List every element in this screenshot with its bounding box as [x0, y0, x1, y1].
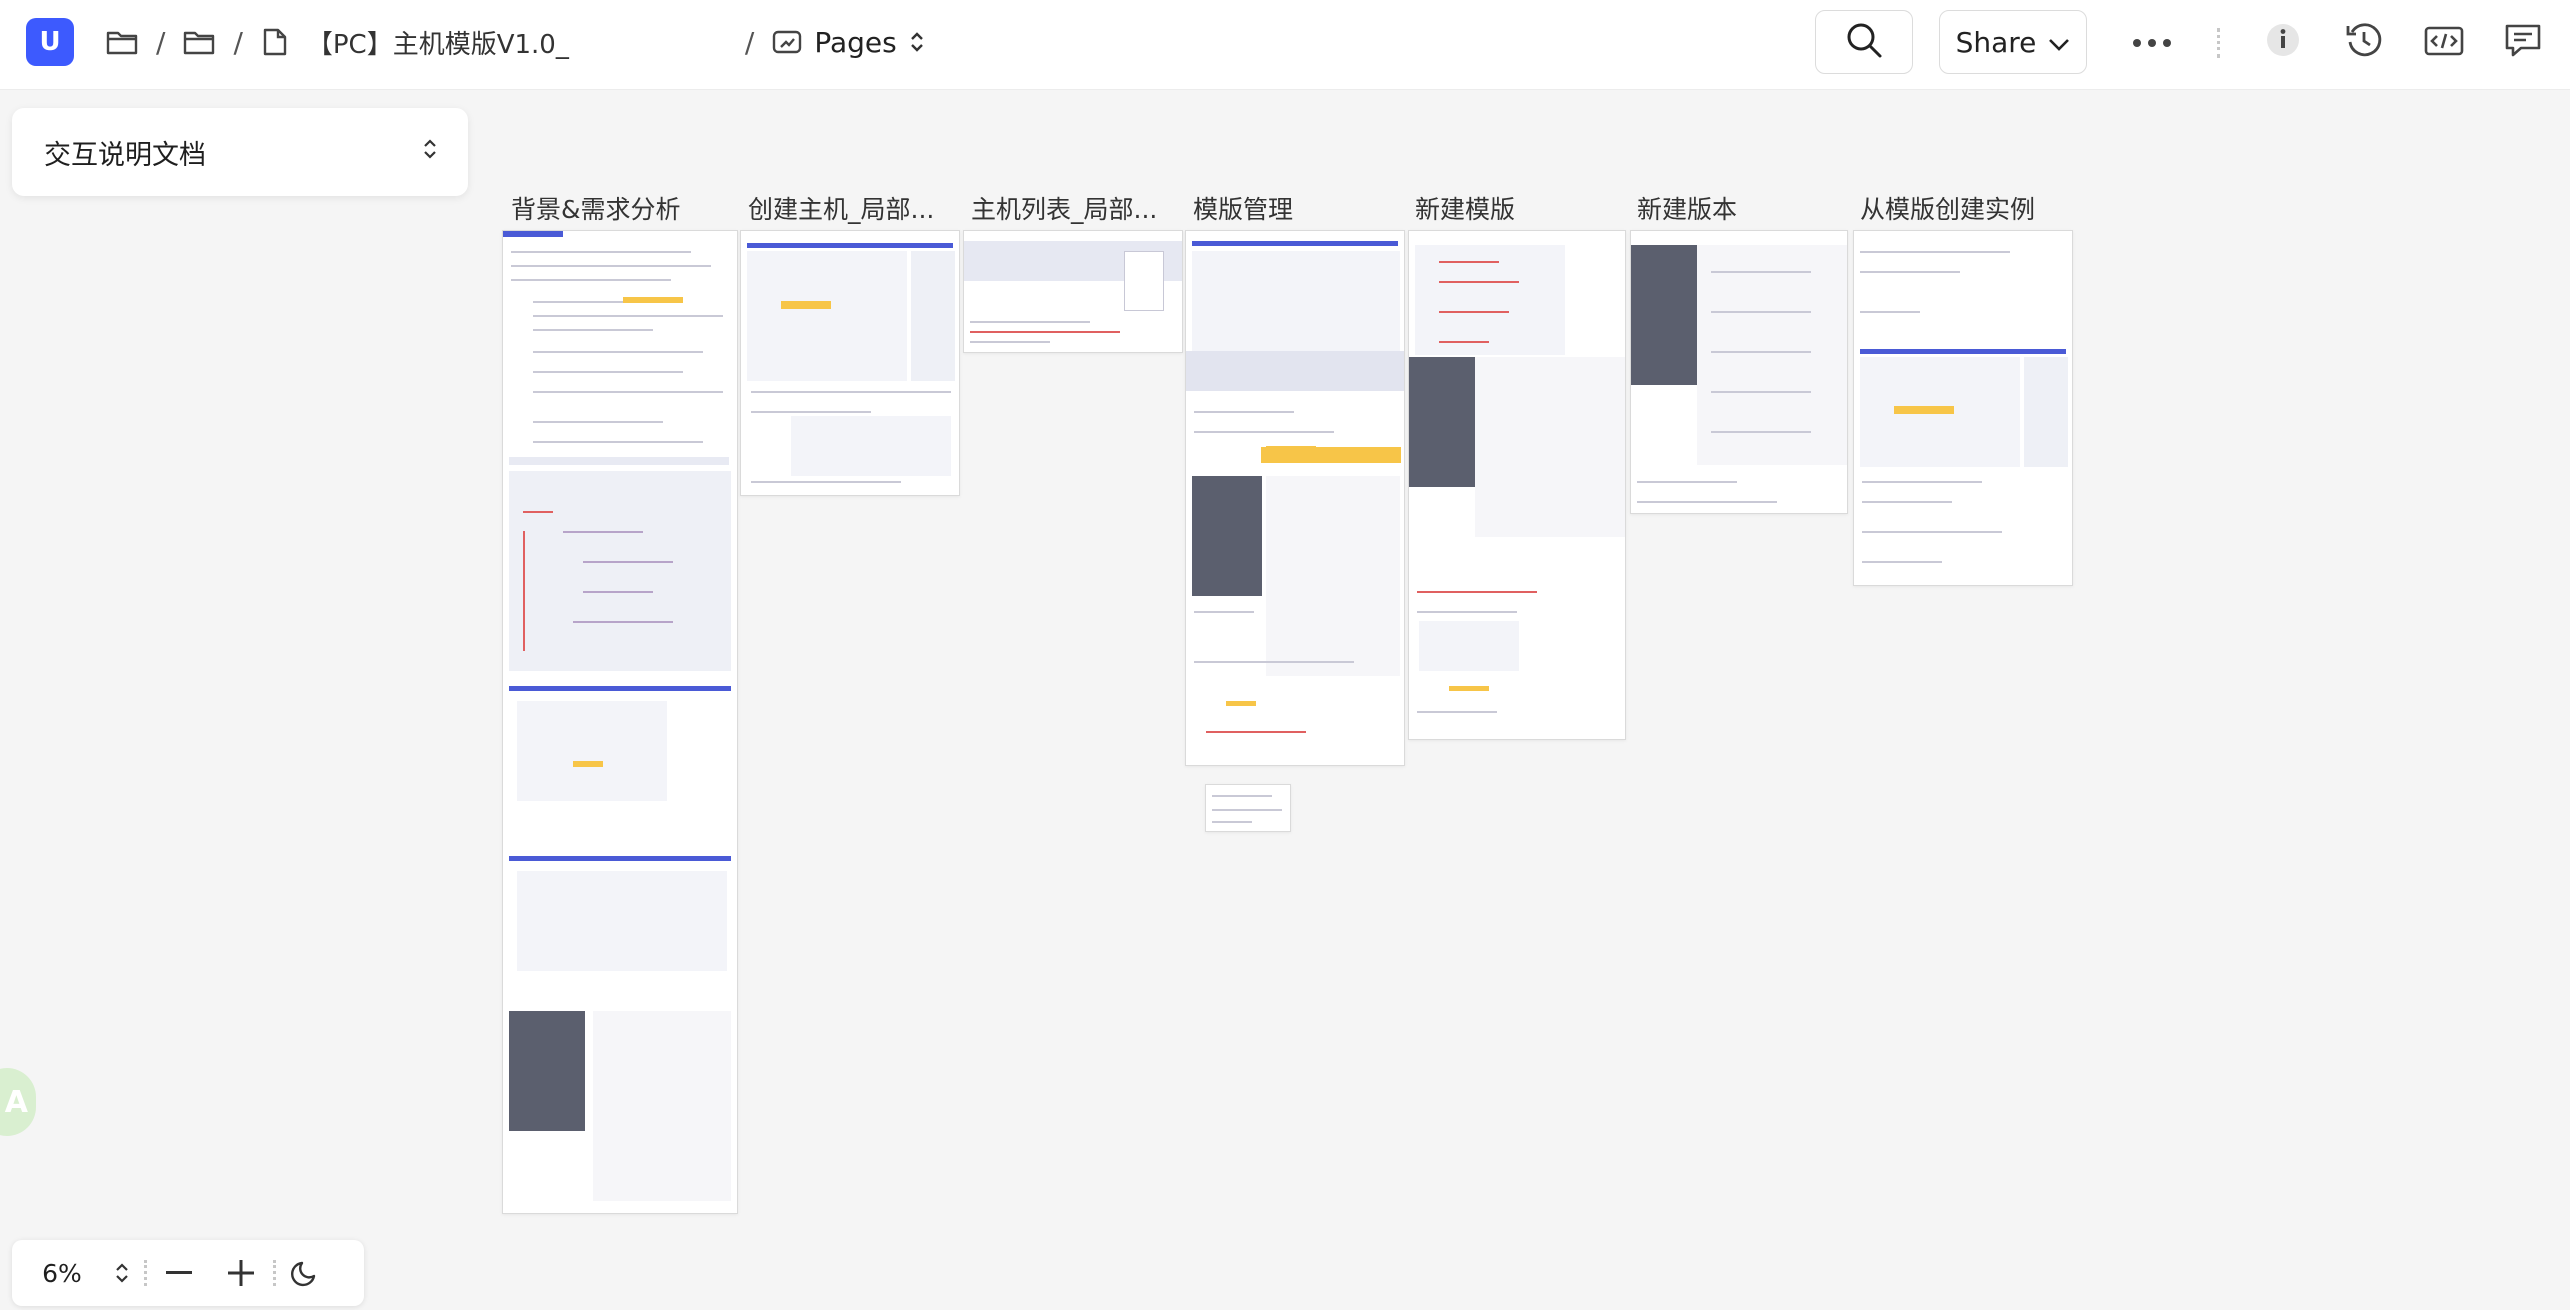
share-label: Share	[1955, 25, 2037, 59]
zoom-level[interactable]: 6%	[32, 1259, 92, 1288]
folder-icon[interactable]	[183, 28, 215, 56]
frame-title[interactable]: 新建模版	[1415, 190, 1515, 226]
frame-title[interactable]: 从模版创建实例	[1860, 190, 2035, 226]
chevron-updown-icon	[909, 29, 925, 55]
pages-icon	[772, 28, 802, 56]
frame-thumbnail[interactable]	[1853, 230, 2073, 586]
frame-thumbnail[interactable]	[963, 230, 1183, 353]
zoom-out-icon[interactable]	[161, 1271, 197, 1275]
app-logo[interactable]: U	[26, 18, 74, 66]
comment-button[interactable]	[2498, 17, 2548, 67]
breadcrumb-separator: /	[233, 25, 243, 59]
frame-title[interactable]: 模版管理	[1193, 190, 1293, 226]
frame-thumbnail[interactable]	[740, 230, 960, 496]
pages-switcher[interactable]: Pages	[772, 26, 924, 59]
frame-thumbnail[interactable]	[1185, 230, 1405, 766]
frame-title[interactable]: 主机列表_局部...	[971, 190, 1157, 226]
history-icon	[2344, 20, 2384, 64]
assistant-floating-button[interactable]: A	[0, 1068, 36, 1136]
chevron-updown-icon[interactable]	[114, 1260, 130, 1286]
info-icon	[2264, 21, 2302, 63]
frame-title[interactable]: 背景&需求分析	[511, 190, 681, 226]
pages-label: Pages	[814, 25, 897, 59]
document-selector-label: 交互说明文档	[44, 139, 206, 171]
code-icon	[2423, 22, 2465, 62]
history-button[interactable]	[2339, 17, 2389, 67]
breadcrumb-file-title[interactable]: 【PC】主机模版V1.0_	[307, 24, 727, 61]
document-icon[interactable]	[261, 27, 289, 57]
zoom-controls: 6%	[12, 1240, 364, 1306]
top-toolbar: U / / 【PC】主机模版V1.0_ / Pages Share	[0, 0, 2570, 90]
chevron-down-icon	[2048, 26, 2070, 59]
more-button[interactable]	[2127, 17, 2177, 67]
zoom-in-icon[interactable]	[223, 1260, 259, 1286]
folder-icon[interactable]	[106, 28, 138, 56]
search-icon	[1844, 20, 1884, 64]
breadcrumb-separator: /	[744, 25, 755, 59]
document-selector[interactable]: 交互说明文档	[12, 108, 468, 196]
share-button[interactable]: Share	[1939, 10, 2087, 74]
comment-icon	[2503, 20, 2543, 64]
frame-title[interactable]: 创建主机_局部...	[748, 190, 934, 226]
frame-thumbnail[interactable]	[1630, 230, 1848, 514]
frame-thumbnail[interactable]	[502, 230, 738, 1214]
zoom-divider	[144, 1260, 147, 1286]
info-button[interactable]	[2258, 17, 2308, 67]
toolbar-divider	[2217, 28, 2220, 58]
more-icon	[2132, 33, 2172, 52]
frame-thumbnail[interactable]	[1408, 230, 1626, 740]
chevron-updown-icon	[422, 136, 438, 169]
code-button[interactable]	[2419, 17, 2469, 67]
frame-thumbnail-small[interactable]	[1205, 784, 1291, 832]
zoom-divider	[273, 1260, 276, 1286]
search-button[interactable]	[1815, 10, 1913, 74]
breadcrumb: / / 【PC】主机模版V1.0_ / Pages	[106, 20, 925, 64]
breadcrumb-separator: /	[156, 25, 166, 59]
frame-title[interactable]: 新建版本	[1637, 190, 1737, 226]
theme-toggle-icon[interactable]	[290, 1258, 320, 1288]
